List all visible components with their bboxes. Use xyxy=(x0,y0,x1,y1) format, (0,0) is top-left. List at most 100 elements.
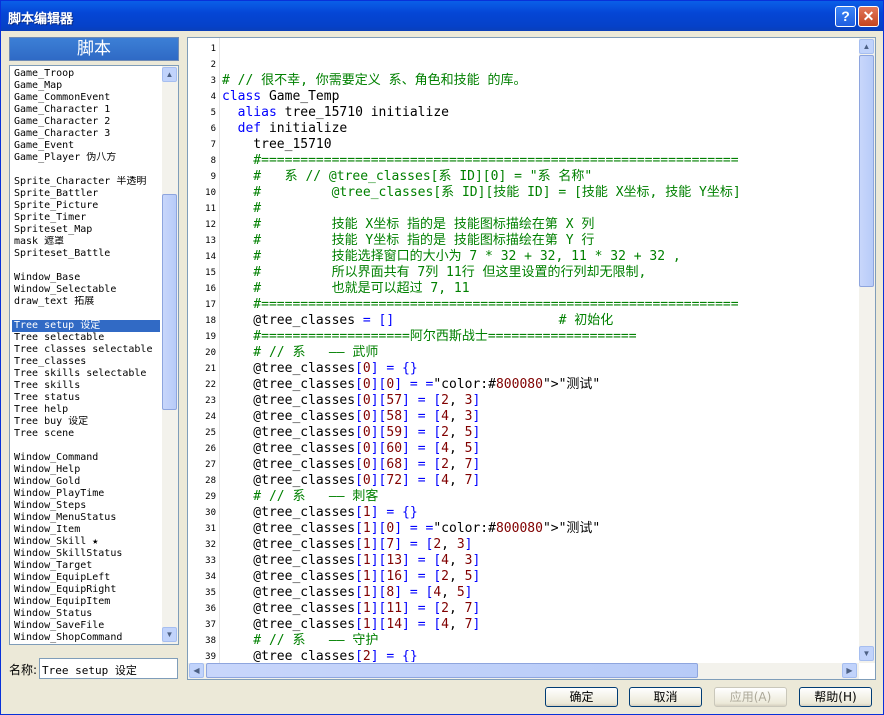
script-list-item[interactable]: Game_Event xyxy=(12,140,160,152)
code-line[interactable]: tree_15710 xyxy=(222,137,331,153)
code-line[interactable]: @tree_classes[0][59] = [2, 5] xyxy=(222,425,480,441)
script-list-item[interactable]: Spriteset_Map xyxy=(12,224,160,236)
cancel-button[interactable]: 取消 xyxy=(629,687,702,707)
code-line[interactable]: # // 很不幸, 你需要定义 系、角色和技能 的库。 xyxy=(222,73,526,89)
script-list-item[interactable]: Tree classes selectable xyxy=(12,344,160,356)
code-line[interactable]: @tree_classes[0] = {} xyxy=(222,361,417,377)
editor-hscrollbar[interactable]: ◀ ▶ xyxy=(188,663,859,679)
script-list-item[interactable]: Window_Target xyxy=(12,560,160,572)
code-line[interactable]: # 技能 X坐标 指的是 技能图标描绘在第 X 列 xyxy=(222,217,594,233)
code-line[interactable]: # // 系 —— 刺客 xyxy=(222,489,378,505)
script-list-item[interactable]: Tree setup 设定 xyxy=(12,320,160,332)
scroll-up-icon[interactable]: ▲ xyxy=(162,67,177,82)
code-line[interactable]: @tree_classes[1][7] = [2, 3] xyxy=(222,537,472,553)
scroll-down-icon[interactable]: ▼ xyxy=(162,627,177,642)
code-line[interactable]: class Game_Temp xyxy=(222,89,339,105)
code-line[interactable]: @tree_classes[0][57] = [2, 3] xyxy=(222,393,480,409)
script-list-item[interactable]: Game_Character 1 xyxy=(12,104,160,116)
script-list-item[interactable]: Game_Map xyxy=(12,80,160,92)
code-line[interactable]: #=======================================… xyxy=(222,153,738,169)
code-editor[interactable]: 1 2 3 4 5 6 7 8 9 10 11 12 13 14 15 16 17 18 19 20 21 22 23 24 2… xyxy=(187,37,876,680)
code-line[interactable]: alias tree_15710 initialize xyxy=(222,105,449,121)
close-button[interactable]: ✕ xyxy=(858,6,879,27)
script-list-item[interactable]: Window_ShopCommand xyxy=(12,632,160,644)
script-list-item[interactable]: Tree_classes xyxy=(12,356,160,368)
script-list-item[interactable]: Tree selectable xyxy=(12,332,160,344)
script-list[interactable]: Game_Troop Game_Map Game_CommonEvent Game_C… xyxy=(9,65,179,645)
code-line[interactable]: @tree_classes = [] # 初始化 xyxy=(222,313,613,329)
ok-button[interactable]: 确定 xyxy=(545,687,618,707)
editor-vscrollbar[interactable]: ▲ ▼ xyxy=(859,38,875,663)
script-list-item[interactable]: Window_MenuStatus xyxy=(12,512,160,524)
script-list-item[interactable]: Tree scene xyxy=(12,428,160,440)
script-list-item[interactable]: Window_PlayTime xyxy=(12,488,160,500)
code-line[interactable]: @tree_classes[0][60] = [4, 5] xyxy=(222,441,480,457)
code-line[interactable]: #===================阿尔西斯战士==============… xyxy=(222,329,636,345)
script-list-item[interactable]: Window_Help xyxy=(12,464,160,476)
apply-button[interactable]: 应用(A) xyxy=(714,687,787,707)
script-list-item[interactable] xyxy=(12,260,160,272)
script-list-item[interactable]: Tree skills xyxy=(12,380,160,392)
code-line[interactable]: @tree_classes[1][8] = [4, 5] xyxy=(222,585,472,601)
script-list-item[interactable]: Window_EquipItem xyxy=(12,596,160,608)
script-list-item[interactable] xyxy=(12,164,160,176)
script-list-item[interactable]: Tree help xyxy=(12,404,160,416)
code-line[interactable]: @tree_classes[0][72] = [4, 7] xyxy=(222,473,480,489)
script-list-scrollbar[interactable]: ▲ ▼ xyxy=(162,66,178,644)
script-list-scroll-thumb[interactable] xyxy=(162,194,177,410)
code-line[interactable]: @tree_classes[0][68] = [2, 7] xyxy=(222,457,480,473)
code-line[interactable]: @tree_classes[1][16] = [2, 5] xyxy=(222,569,480,585)
code-line[interactable]: # @tree_classes[系 ID][技能 ID] = [技能 X坐标, … xyxy=(222,185,740,201)
script-list-item[interactable]: Game_Character 3 xyxy=(12,128,160,140)
code-line[interactable]: # 所以界面共有 7列 11行 但这里设置的行列却无限制, xyxy=(222,265,646,281)
code-line[interactable]: @tree_classes[1][0] = ="color:#800080">"… xyxy=(222,521,600,537)
code-line[interactable]: #=======================================… xyxy=(222,297,738,313)
editor-hscroll-thumb[interactable] xyxy=(206,663,698,678)
script-list-item[interactable]: Sprite_Battler xyxy=(12,188,160,200)
scroll-right-icon[interactable]: ▶ xyxy=(842,663,857,678)
code-line[interactable]: # 技能 Y坐标 指的是 技能图标描绘在第 Y 行 xyxy=(222,233,594,249)
script-list-item[interactable]: Window_EquipLeft xyxy=(12,572,160,584)
code-line[interactable]: @tree_classes[2] = {} xyxy=(222,649,417,662)
scroll-up-icon[interactable]: ▲ xyxy=(859,39,874,54)
script-list-item[interactable]: Window_SaveFile xyxy=(12,620,160,632)
code-area[interactable]: # // 很不幸, 你需要定义 系、角色和技能 的库。 class Game_Te… xyxy=(222,38,858,662)
script-list-item[interactable]: draw_text 拓展 xyxy=(12,296,160,308)
script-list-item[interactable]: Window_Item xyxy=(12,524,160,536)
code-line[interactable]: @tree_classes[0][58] = [4, 3] xyxy=(222,409,480,425)
code-line[interactable]: # 系 // @tree_classes[系 ID][0] = "系 名称" xyxy=(222,169,592,185)
code-line[interactable]: # xyxy=(222,201,261,217)
script-list-item[interactable]: Sprite_Timer xyxy=(12,212,160,224)
code-line[interactable]: @tree_classes[1][14] = [4, 7] xyxy=(222,617,480,633)
editor-vscroll-thumb[interactable] xyxy=(859,55,874,287)
script-list-item[interactable]: Spriteset_Battle xyxy=(12,248,160,260)
script-list-item[interactable]: Window_SkillStatus xyxy=(12,548,160,560)
code-line[interactable]: @tree_classes[1] = {} xyxy=(222,505,417,521)
script-list-item[interactable]: Sprite_Picture xyxy=(12,200,160,212)
script-list-item[interactable]: Game_Troop xyxy=(12,68,160,80)
script-list-item[interactable]: Window_EquipRight xyxy=(12,584,160,596)
script-list-item[interactable]: Game_Player 伪八方 xyxy=(12,152,160,164)
code-line[interactable]: # // 系 —— 守护 xyxy=(222,633,378,649)
code-line[interactable]: @tree_classes[0][0] = ="color:#800080">"… xyxy=(222,377,600,393)
code-line[interactable]: def initialize xyxy=(222,121,348,137)
script-list-item[interactable]: Window_Status xyxy=(12,608,160,620)
script-list-item[interactable]: Sprite_Character 半透明 xyxy=(12,176,160,188)
script-list-item[interactable]: Window_Gold xyxy=(12,476,160,488)
script-list-item[interactable]: Tree buy 设定 xyxy=(12,416,160,428)
code-line[interactable]: # // 系 —— 武师 xyxy=(222,345,378,361)
help-title-button[interactable]: ? xyxy=(835,6,856,27)
script-list-item[interactable]: mask 遮罩 xyxy=(12,236,160,248)
code-line[interactable]: @tree_classes[1][13] = [4, 3] xyxy=(222,553,480,569)
script-list-item[interactable]: Window_Base xyxy=(12,272,160,284)
scroll-down-icon[interactable]: ▼ xyxy=(859,646,874,661)
script-list-item[interactable]: Game_Character 2 xyxy=(12,116,160,128)
help-button[interactable]: 帮助(H) xyxy=(799,687,872,707)
name-input[interactable]: Tree setup 设定 xyxy=(39,658,178,679)
scroll-left-icon[interactable]: ◀ xyxy=(189,663,204,678)
title-bar[interactable]: 脚本编辑器 ? ✕ xyxy=(1,1,883,31)
script-list-item[interactable] xyxy=(12,440,160,452)
script-list-item[interactable]: Tree status xyxy=(12,392,160,404)
script-list-item[interactable]: Tree skills selectable xyxy=(12,368,160,380)
script-list-item[interactable]: Window_Skill ★ xyxy=(12,536,160,548)
